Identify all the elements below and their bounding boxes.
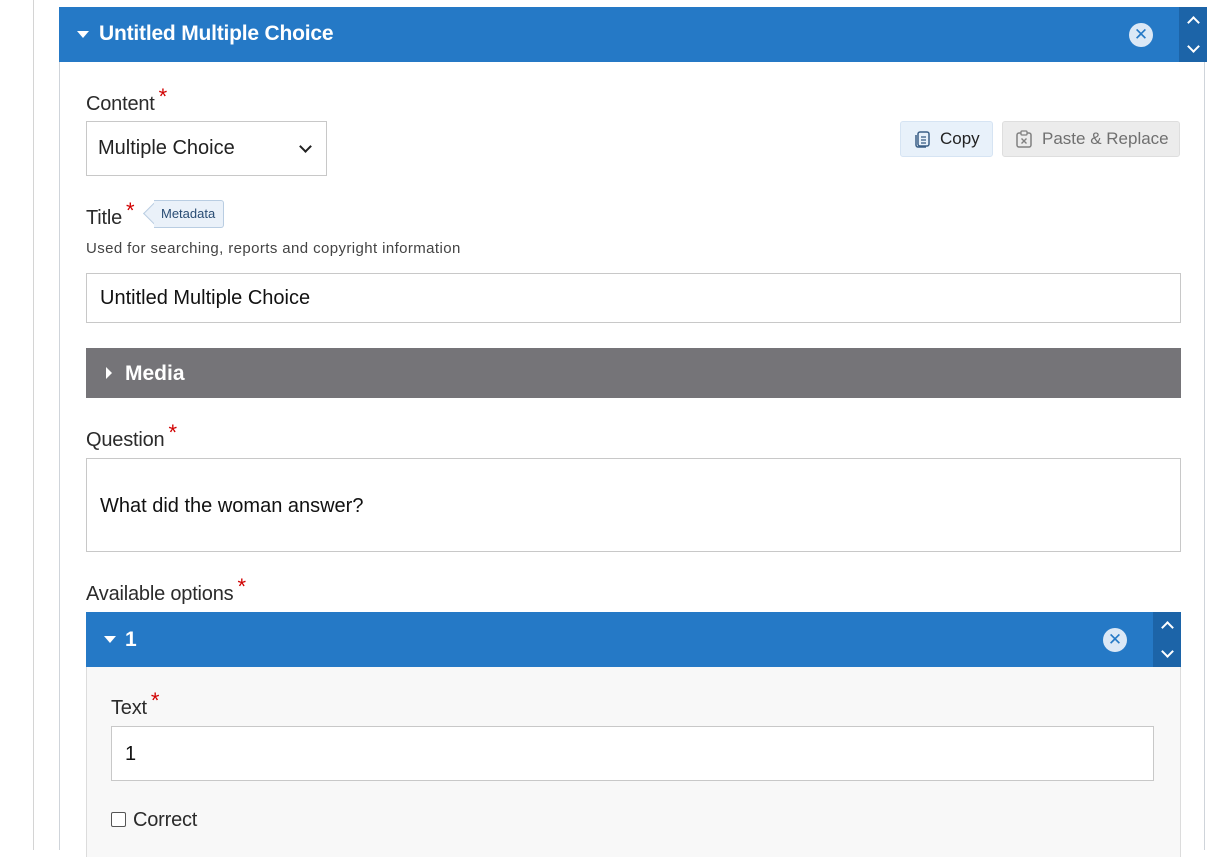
move-up-icon[interactable] xyxy=(1160,621,1174,635)
correct-checkbox[interactable] xyxy=(111,812,126,827)
question-label-text: Question xyxy=(86,429,165,451)
close-icon: ✕ xyxy=(1133,25,1149,45)
content-type-select[interactable]: Multiple Choice xyxy=(86,121,327,176)
required-marker: * xyxy=(168,420,177,445)
collapse-caret-icon[interactable] xyxy=(77,31,89,38)
title-input[interactable]: Untitled Multiple Choice xyxy=(86,273,1181,323)
option-text-label-text: Text xyxy=(111,697,147,719)
move-up-icon[interactable] xyxy=(1186,16,1200,30)
page-left-border xyxy=(33,0,34,850)
copy-icon xyxy=(915,131,930,148)
option-text-value: 1 xyxy=(125,743,137,765)
question-editor[interactable]: What did the woman answer? xyxy=(86,458,1181,552)
option-1-title: 1 xyxy=(125,628,137,651)
question-text: What did the woman answer? xyxy=(100,495,364,517)
item-header[interactable]: Untitled Multiple Choice ✕ xyxy=(59,7,1207,62)
paste-button-label: Paste & Replace xyxy=(1042,129,1169,148)
chevron-down-icon xyxy=(299,140,312,153)
expand-caret-icon xyxy=(106,367,112,379)
move-down-icon[interactable] xyxy=(1186,39,1200,53)
option-reorder-controls xyxy=(1153,612,1181,667)
remove-option-button[interactable]: ✕ xyxy=(1103,628,1127,652)
available-options-label: Available options * xyxy=(86,574,246,606)
required-marker: * xyxy=(126,198,135,223)
content-type-value: Multiple Choice xyxy=(98,137,235,159)
item-header-title: Untitled Multiple Choice xyxy=(99,22,334,45)
metadata-tag: Metadata xyxy=(154,200,225,228)
remove-item-button[interactable]: ✕ xyxy=(1129,23,1153,47)
option-text-input[interactable]: 1 xyxy=(111,726,1154,781)
title-label-text: Title xyxy=(86,207,123,229)
collapse-caret-icon[interactable] xyxy=(104,636,116,643)
close-icon: ✕ xyxy=(1107,630,1123,650)
required-marker: * xyxy=(158,84,168,109)
reorder-controls xyxy=(1179,7,1207,62)
title-label: Title * xyxy=(86,198,135,230)
option-1-header[interactable]: 1 ✕ xyxy=(86,612,1181,667)
question-label: Question * xyxy=(86,420,177,452)
content-label: Content * xyxy=(86,84,167,116)
title-input-value: Untitled Multiple Choice xyxy=(100,287,311,309)
paste-replace-button[interactable]: Paste & Replace xyxy=(1002,121,1180,157)
title-description: Used for searching, reports and copyrigh… xyxy=(86,240,461,257)
media-section-title: Media xyxy=(125,362,185,385)
paste-icon xyxy=(1016,130,1032,148)
correct-label[interactable]: Correct xyxy=(133,809,197,832)
content-label-text: Content xyxy=(86,93,155,115)
media-section-toggle[interactable]: Media xyxy=(86,348,1181,398)
move-down-icon[interactable] xyxy=(1160,644,1174,658)
copy-button[interactable]: Copy xyxy=(900,121,993,157)
required-marker: * xyxy=(150,688,160,713)
option-text-label: Text * xyxy=(111,688,159,720)
available-options-label-text: Available options xyxy=(86,583,234,605)
copy-button-label: Copy xyxy=(940,129,980,148)
required-marker: * xyxy=(237,574,246,599)
